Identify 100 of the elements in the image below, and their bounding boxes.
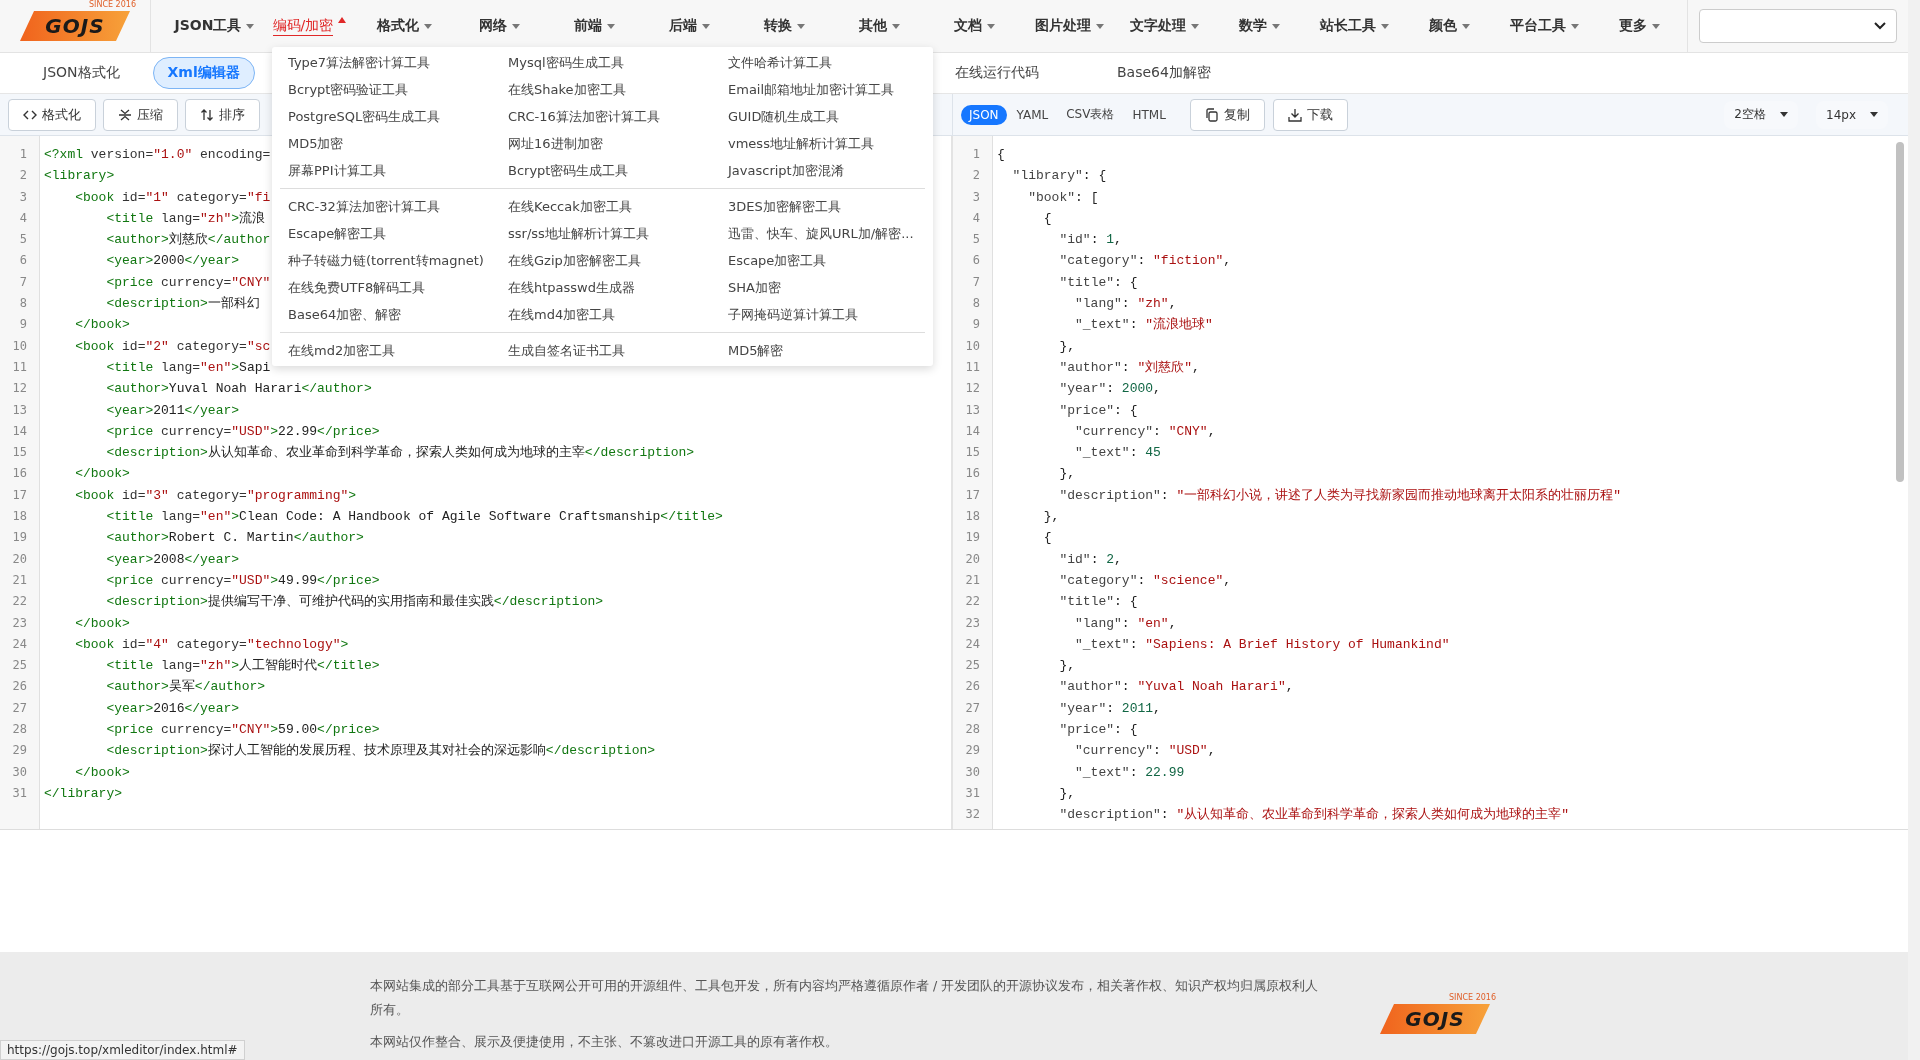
code-line: "library": { <box>1011 167 1107 186</box>
line-number: 8 <box>971 295 981 313</box>
sort-icon <box>200 107 214 122</box>
menu-item[interactable]: 在线md4加密工具 <box>508 301 728 328</box>
scrollbar-thumb[interactable] <box>1896 142 1904 482</box>
nav-menu-item[interactable]: 颜色 <box>1401 0 1497 52</box>
code-line: "id": 2, <box>1058 550 1122 569</box>
nav-menu-item[interactable]: 文字处理 <box>1116 0 1212 52</box>
menu-item[interactable]: Mysql密码生成工具 <box>508 49 728 76</box>
caret-icon <box>423 23 432 29</box>
line-number: 5 <box>971 231 981 249</box>
download-icon <box>1287 107 1302 122</box>
code-line: <title lang="en">Sapi <box>105 358 271 377</box>
line-number: 24 <box>11 635 28 653</box>
code-line: <author>刘慈欣</author <box>105 231 271 250</box>
compress-icon <box>118 107 132 122</box>
line-number: 31 <box>11 784 28 802</box>
menu-item[interactable]: 迅雷、快车、旋风URL加/解密... <box>728 220 948 247</box>
menu-item[interactable]: Base64加密、解密 <box>288 301 508 328</box>
menu-item[interactable]: ssr/ss地址解析计算工具 <box>508 220 728 247</box>
menu-item[interactable]: MD5加密 <box>288 130 508 157</box>
menu-item[interactable]: 在线Shake加密工具 <box>508 76 728 103</box>
code-line: "book": [ <box>1027 188 1099 207</box>
nav-menu-item[interactable]: 编码/加密 <box>261 0 357 52</box>
page-scrollbar[interactable] <box>1908 0 1920 1060</box>
code-line: { <box>1042 529 1052 548</box>
code-line: <price currency="CNY">59.00</price> <box>105 721 380 739</box>
menu-item[interactable]: 在线Keccak加密工具 <box>508 193 728 220</box>
menu-item[interactable]: CRC-32算法加密计算工具 <box>288 193 508 220</box>
copy-button[interactable]: 复制 <box>1189 98 1265 131</box>
code-line: "_text": 22.99 <box>1074 763 1185 782</box>
caret-icon <box>1380 23 1389 29</box>
code-line: </book> <box>74 316 130 335</box>
code-line: }, <box>1042 508 1060 527</box>
menu-item[interactable]: 子网掩码逆算计算工具 <box>728 301 948 328</box>
menu-item[interactable]: Escape解密工具 <box>288 220 508 247</box>
menu-item[interactable]: 3DES加密解密工具 <box>728 193 948 220</box>
line-number: 22 <box>964 593 981 611</box>
line-number: 17 <box>11 486 28 504</box>
logo-tagline: SINCE 2016 <box>1449 993 1496 1002</box>
nav-menu-item[interactable]: 转换 <box>736 0 832 52</box>
code-line: "_text": 45 <box>1074 444 1161 463</box>
menu-item[interactable]: Bcrypt密码生成工具 <box>508 157 728 184</box>
menu-item[interactable]: CRC-16算法加密计算工具 <box>508 103 728 130</box>
compress-button[interactable]: 压缩 <box>103 98 178 131</box>
nav-menu-item[interactable]: 后端 <box>641 0 737 52</box>
menu-item[interactable]: 生成自签名证书工具 <box>508 337 728 364</box>
download-button[interactable]: 下载 <box>1272 98 1348 131</box>
menu-item[interactable]: SHA加密 <box>728 274 948 301</box>
menu-item[interactable]: 在线免费UTF8解码工具 <box>288 274 508 301</box>
menu-item[interactable]: Bcrypt密码验证工具 <box>288 76 508 103</box>
line-number: 23 <box>964 614 981 632</box>
line-number: 28 <box>964 721 981 738</box>
format-option[interactable]: HTML <box>1124 104 1174 125</box>
menu-item[interactable]: 在线md2加密工具 <box>288 337 508 364</box>
nav-menu-item[interactable]: 数学 <box>1211 0 1307 52</box>
format-option[interactable]: YAML <box>1008 104 1057 125</box>
menu-item[interactable]: 在线Gzip加密解密工具 <box>508 247 728 274</box>
nav-menu-item[interactable]: 前端 <box>546 0 642 52</box>
line-number: 17 <box>964 486 981 504</box>
caret-icon <box>1651 23 1660 29</box>
code-line: "currency": "CNY", <box>1074 422 1216 441</box>
line-number: 14 <box>964 422 981 440</box>
format-option[interactable]: JSON <box>961 104 1007 125</box>
nav-menu-item[interactable]: 平台工具 <box>1496 0 1592 52</box>
code-line: "id": 1, <box>1058 231 1122 250</box>
menu-item[interactable]: Type7算法解密计算工具 <box>288 49 508 76</box>
format-button[interactable]: 格式化 <box>8 98 96 131</box>
menu-item[interactable]: PostgreSQL密码生成工具 <box>288 103 508 130</box>
menu-item[interactable]: Escape加密工具 <box>728 247 948 274</box>
menu-item[interactable]: 种子转磁力链(torrent转magnet) <box>288 247 508 274</box>
code-line: <book id="2" category="sc <box>74 337 271 356</box>
line-number: 21 <box>11 571 28 589</box>
code-line: "year": 2000, <box>1058 380 1161 399</box>
nav-menu-item[interactable]: 文档 <box>926 0 1022 52</box>
menu-item[interactable]: vmess地址解析计算工具 <box>728 130 948 157</box>
tool-tab[interactable]: Base64加解密 <box>1102 57 1226 89</box>
caret-icon <box>1190 23 1199 29</box>
menu-item[interactable]: 在线htpasswd生成器 <box>508 274 728 301</box>
footer-paragraph: 本网站仅作整合、展示及便捷使用，不主张、不篡改进口开源工具的原有著作权。 <box>370 1033 839 1051</box>
format-option[interactable]: CSV表格 <box>1058 103 1123 126</box>
nav-menu-item[interactable]: 更多 <box>1591 0 1687 52</box>
code-line: <book id="1" category="fi <box>74 188 271 207</box>
nav-menu-item[interactable]: 格式化 <box>356 0 452 52</box>
nav-menu-item[interactable]: JSON工具 <box>166 0 262 52</box>
nav-menu-item[interactable]: 其他 <box>831 0 927 52</box>
dropdown-select[interactable] <box>1698 9 1897 43</box>
menu-item[interactable]: 网址16进制加密 <box>508 130 728 157</box>
nav-menu-item[interactable]: 站长工具 <box>1306 0 1402 52</box>
menu-item[interactable]: GUID随机生成工具 <box>728 103 948 130</box>
nav-menu-item[interactable]: 图片处理 <box>1021 0 1117 52</box>
menu-item[interactable]: Javascript加密混淆 <box>728 157 948 184</box>
menu-item[interactable]: 屏幕PPI计算工具 <box>288 157 508 184</box>
tool-tab[interactable]: JSON格式化 <box>28 57 135 89</box>
caret-icon <box>1570 23 1579 29</box>
code-line: "price": { <box>1058 721 1138 739</box>
line-number: 18 <box>964 508 981 526</box>
menu-item[interactable]: MD5解密 <box>728 337 948 364</box>
sort-button[interactable]: 排序 <box>185 98 260 131</box>
nav-menu-item[interactable]: 网络 <box>451 0 547 52</box>
